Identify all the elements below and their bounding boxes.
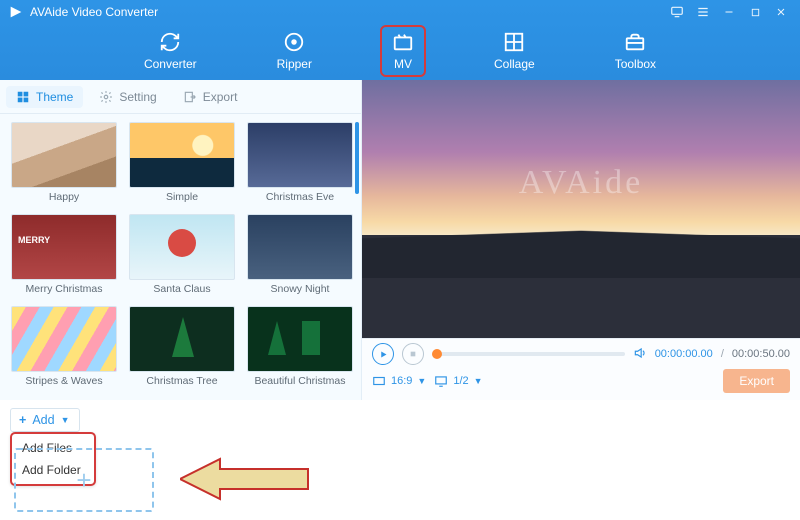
- theme-label: Merry Christmas: [25, 283, 102, 295]
- feedback-icon[interactable]: [664, 3, 690, 21]
- content-area: Theme Setting Export Happy Simple Christ…: [0, 80, 800, 400]
- converter-icon: [159, 31, 181, 53]
- main-nav: Converter Ripper MV Collage Toolbox: [0, 22, 800, 80]
- tab-label: Theme: [36, 90, 73, 104]
- player-bar: 00:00:00.00/00:00:50.00 16:9 ▼ 1/2 ▼ Exp…: [362, 338, 800, 400]
- theme-thumb: [11, 214, 117, 280]
- toolbox-icon: [624, 31, 646, 53]
- maximize-icon[interactable]: [742, 3, 768, 21]
- nav-label: MV: [394, 57, 412, 71]
- page-value: 1/2: [453, 375, 468, 387]
- theme-thumb: [247, 122, 353, 188]
- theme-item-simple[interactable]: Simple: [128, 122, 236, 208]
- theme-label: Santa Claus: [153, 283, 210, 295]
- menu-icon[interactable]: [690, 3, 716, 21]
- close-icon[interactable]: [768, 3, 794, 21]
- nav-toolbox[interactable]: Toolbox: [603, 25, 668, 77]
- tab-export[interactable]: Export: [173, 86, 248, 108]
- add-label: Add: [32, 413, 54, 427]
- nav-converter[interactable]: Converter: [132, 25, 209, 77]
- theme-item-xmas-tree[interactable]: Christmas Tree: [128, 306, 236, 392]
- chevron-down-icon: ▼: [61, 415, 70, 425]
- preview-mountains: [362, 192, 800, 278]
- annotation-arrow-icon: [180, 454, 310, 504]
- theme-item-santa[interactable]: Santa Claus: [128, 214, 236, 300]
- theme-item-happy[interactable]: Happy: [10, 122, 118, 208]
- aspect-value: 16:9: [391, 375, 412, 387]
- nav-mv[interactable]: MV: [380, 25, 426, 77]
- app-title: AVAide Video Converter: [30, 5, 158, 19]
- time-current: 00:00:00.00: [655, 348, 713, 360]
- theme-label: Happy: [49, 191, 79, 203]
- theme-thumb: [129, 306, 235, 372]
- tab-setting[interactable]: Setting: [89, 86, 166, 108]
- nav-label: Collage: [494, 57, 535, 71]
- stop-button[interactable]: [402, 343, 424, 365]
- theme-thumb: [129, 214, 235, 280]
- collage-icon: [503, 31, 525, 53]
- titlebar: AVAide Video Converter: [0, 0, 800, 22]
- mv-icon: [392, 31, 414, 53]
- tab-label: Export: [203, 90, 238, 104]
- chevron-down-icon: ▼: [474, 376, 483, 386]
- theme-grid[interactable]: Happy Simple Christmas Eve Merry Christm…: [0, 114, 361, 400]
- nav-label: Converter: [144, 57, 197, 71]
- app-logo-icon: [8, 4, 24, 20]
- video-preview[interactable]: AVAide: [362, 80, 800, 338]
- nav-label: Ripper: [277, 57, 312, 71]
- add-button[interactable]: + Add ▼: [10, 408, 80, 432]
- aspect-icon: [372, 374, 386, 388]
- tab-theme[interactable]: Theme: [6, 86, 83, 108]
- theme-thumb: [247, 306, 353, 372]
- minimize-icon[interactable]: [716, 3, 742, 21]
- left-tabs: Theme Setting Export: [0, 80, 361, 114]
- theme-item-snowy[interactable]: Snowy Night: [246, 214, 354, 300]
- volume-icon[interactable]: [633, 346, 647, 363]
- export-icon: [183, 90, 197, 104]
- app-header: AVAide Video Converter Converter Ripper …: [0, 0, 800, 80]
- theme-thumb: [247, 214, 353, 280]
- theme-item-stripes[interactable]: Stripes & Waves: [10, 306, 118, 392]
- theme-thumb: [11, 306, 117, 372]
- theme-label: Christmas Eve: [266, 191, 334, 203]
- time-total: 00:00:50.00: [732, 348, 790, 360]
- left-panel: Theme Setting Export Happy Simple Christ…: [0, 80, 362, 400]
- nav-label: Toolbox: [615, 57, 656, 71]
- theme-item-merry[interactable]: Merry Christmas: [10, 214, 118, 300]
- page-selector[interactable]: 1/2 ▼: [434, 374, 482, 388]
- plus-icon: +: [19, 413, 26, 427]
- nav-collage[interactable]: Collage: [482, 25, 547, 77]
- theme-thumb: [11, 122, 117, 188]
- theme-label: Simple: [166, 191, 198, 203]
- right-panel: AVAide 00:00:00.00/00:00:50.00 16:9 ▼ 1/…: [362, 80, 800, 400]
- export-button[interactable]: Export: [723, 369, 790, 393]
- progress-track[interactable]: [432, 352, 625, 356]
- theme-label: Snowy Night: [271, 283, 330, 295]
- screen-icon: [434, 374, 448, 388]
- preview-watermark: AVAide: [519, 164, 643, 202]
- theme-label: Stripes & Waves: [25, 375, 102, 387]
- media-dropzone[interactable]: +: [14, 448, 154, 512]
- plus-icon: +: [76, 465, 91, 496]
- theme-label: Beautiful Christmas: [254, 375, 345, 387]
- theme-icon: [16, 90, 30, 104]
- theme-label: Christmas Tree: [146, 375, 217, 387]
- theme-thumb: [129, 122, 235, 188]
- theme-item-xmas-eve[interactable]: Christmas Eve: [246, 122, 354, 208]
- play-button[interactable]: [372, 343, 394, 365]
- gear-icon: [99, 90, 113, 104]
- aspect-ratio-selector[interactable]: 16:9 ▼: [372, 374, 426, 388]
- ripper-icon: [283, 31, 305, 53]
- nav-ripper[interactable]: Ripper: [265, 25, 324, 77]
- theme-item-beautiful[interactable]: Beautiful Christmas: [246, 306, 354, 392]
- tab-label: Setting: [119, 90, 156, 104]
- bottom-panel: + Add ▼ Add Files Add Folder +: [0, 400, 800, 520]
- chevron-down-icon: ▼: [417, 376, 426, 386]
